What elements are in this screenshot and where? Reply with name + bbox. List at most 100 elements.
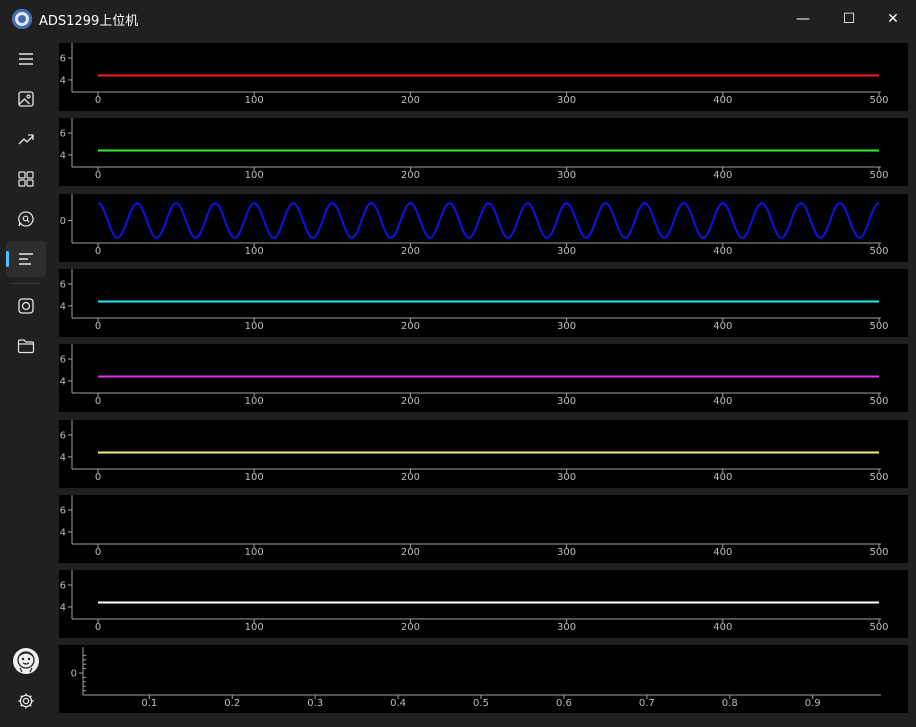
y-tick-label: 0 xyxy=(71,669,77,680)
hamburger-menu-icon xyxy=(19,53,33,65)
sidebar-menu-button[interactable] xyxy=(6,41,46,77)
close-button[interactable]: ✕ xyxy=(870,0,916,38)
x-tick-label: 0.6 xyxy=(556,698,572,709)
chart-panel-7: 4 6 0 100 200 300 400 500 xyxy=(59,494,908,563)
x-tick-label: 400 xyxy=(713,170,732,181)
y-tick-label: 4 xyxy=(60,452,66,463)
x-tick-label: 200 xyxy=(401,547,420,558)
y-tick-label: 6 xyxy=(60,53,66,64)
x-tick-label: 0 xyxy=(95,170,101,181)
x-tick-label: 200 xyxy=(401,396,420,407)
x-tick-label: 500 xyxy=(869,472,888,483)
y-tick-label: 6 xyxy=(60,581,66,592)
x-tick-label: 100 xyxy=(245,396,264,407)
x-tick-label: 0.8 xyxy=(722,698,738,709)
x-tick-label: 0 xyxy=(95,321,101,332)
chart-panel-4: 4 6 0 100 200 300 400 500 xyxy=(59,268,908,337)
x-tick-label: 500 xyxy=(869,622,888,633)
chart-panel-8: 4 6 0 100 200 300 400 500 xyxy=(59,570,908,639)
x-tick-label: 200 xyxy=(401,321,420,332)
x-tick-label: 100 xyxy=(245,547,264,558)
x-tick-label: 0 xyxy=(95,547,101,558)
app-logo-icon xyxy=(12,9,32,29)
x-tick-label: 100 xyxy=(245,321,264,332)
x-tick-label: 100 xyxy=(245,170,264,181)
sidebar xyxy=(0,38,52,727)
settings-button[interactable] xyxy=(6,683,46,719)
x-tick-label: 0.5 xyxy=(473,698,489,709)
x-tick-label: 0.4 xyxy=(390,698,406,709)
x-tick-label: 300 xyxy=(557,170,576,181)
x-tick-label: 0 xyxy=(95,396,101,407)
x-tick-label: 500 xyxy=(869,547,888,558)
y-tick-label: 6 xyxy=(60,505,66,516)
x-tick-label: 500 xyxy=(869,321,888,332)
x-tick-label: 0 xyxy=(95,95,101,106)
sidebar-item-chat-search[interactable] xyxy=(6,201,46,237)
x-tick-label: 400 xyxy=(713,321,732,332)
y-tick-label: 6 xyxy=(60,355,66,366)
sidebar-divider xyxy=(12,283,40,284)
y-tick-label: 4 xyxy=(60,377,66,388)
apps-grid-icon xyxy=(18,171,34,187)
sidebar-item-image[interactable] xyxy=(6,81,46,117)
y-tick-label: 6 xyxy=(60,279,66,290)
avatar-icon xyxy=(17,651,35,673)
x-tick-label: 0 xyxy=(95,246,101,257)
sidebar-item-apps[interactable] xyxy=(6,161,46,197)
plot-area: 4 6 0 100 200 300 400 500 4 6 0 100 200 300 400 500 0 0 10… xyxy=(59,43,908,717)
x-tick-label: 500 xyxy=(869,396,888,407)
chart-panel-5: 4 6 0 100 200 300 400 500 xyxy=(59,344,908,413)
x-tick-label: 300 xyxy=(557,95,576,106)
x-tick-label: 200 xyxy=(401,95,420,106)
title-bar: ADS1299上位机 — ☐ ✕ xyxy=(0,0,916,38)
y-tick-label: 6 xyxy=(60,129,66,140)
x-tick-label: 100 xyxy=(245,472,264,483)
sidebar-item-waveform-view[interactable] xyxy=(6,241,46,277)
x-tick-label: 300 xyxy=(557,396,576,407)
x-tick-label: 400 xyxy=(713,246,732,257)
chart-panel-2: 4 6 0 100 200 300 400 500 xyxy=(59,118,908,187)
x-tick-label: 0 xyxy=(95,622,101,633)
chat-search-icon xyxy=(18,211,34,227)
x-tick-label: 200 xyxy=(401,246,420,257)
y-tick-label: 4 xyxy=(60,527,66,538)
x-tick-label: 200 xyxy=(401,622,420,633)
x-tick-label: 0.1 xyxy=(141,698,157,709)
x-tick-label: 400 xyxy=(713,622,732,633)
sidebar-item-record[interactable] xyxy=(6,288,46,324)
x-tick-label: 300 xyxy=(557,246,576,257)
maximize-button[interactable]: ☐ xyxy=(826,0,872,38)
x-tick-label: 0.3 xyxy=(307,698,323,709)
x-tick-label: 300 xyxy=(557,622,576,633)
x-tick-label: 200 xyxy=(401,170,420,181)
x-tick-label: 0.2 xyxy=(224,698,240,709)
image-icon xyxy=(18,91,34,107)
x-tick-label: 400 xyxy=(713,95,732,106)
record-icon xyxy=(18,298,34,314)
y-tick-label: 4 xyxy=(60,75,66,86)
minimize-button[interactable]: — xyxy=(780,0,826,38)
x-tick-label: 100 xyxy=(245,95,264,106)
align-left-icon xyxy=(19,253,33,265)
x-tick-label: 400 xyxy=(713,396,732,407)
app-title: ADS1299上位机 xyxy=(39,14,139,29)
x-tick-label: 500 xyxy=(869,246,888,257)
x-tick-label: 300 xyxy=(557,321,576,332)
sidebar-item-trend[interactable] xyxy=(6,121,46,157)
x-tick-label: 500 xyxy=(869,95,888,106)
y-tick-label: 4 xyxy=(60,603,66,614)
x-tick-label: 0.9 xyxy=(805,698,821,709)
avatar[interactable] xyxy=(13,648,39,674)
x-tick-label: 100 xyxy=(245,622,264,633)
sidebar-item-folder[interactable] xyxy=(6,328,46,364)
x-tick-label: 300 xyxy=(557,472,576,483)
chart-panel-1: 4 6 0 100 200 300 400 500 xyxy=(59,43,908,111)
x-tick-label: 400 xyxy=(713,472,732,483)
x-tick-label: 0 xyxy=(95,472,101,483)
x-tick-label: 500 xyxy=(869,170,888,181)
y-tick-label: 6 xyxy=(60,430,66,441)
x-tick-label: 200 xyxy=(401,472,420,483)
y-tick-label: 4 xyxy=(60,151,66,162)
x-tick-label: 400 xyxy=(713,547,732,558)
